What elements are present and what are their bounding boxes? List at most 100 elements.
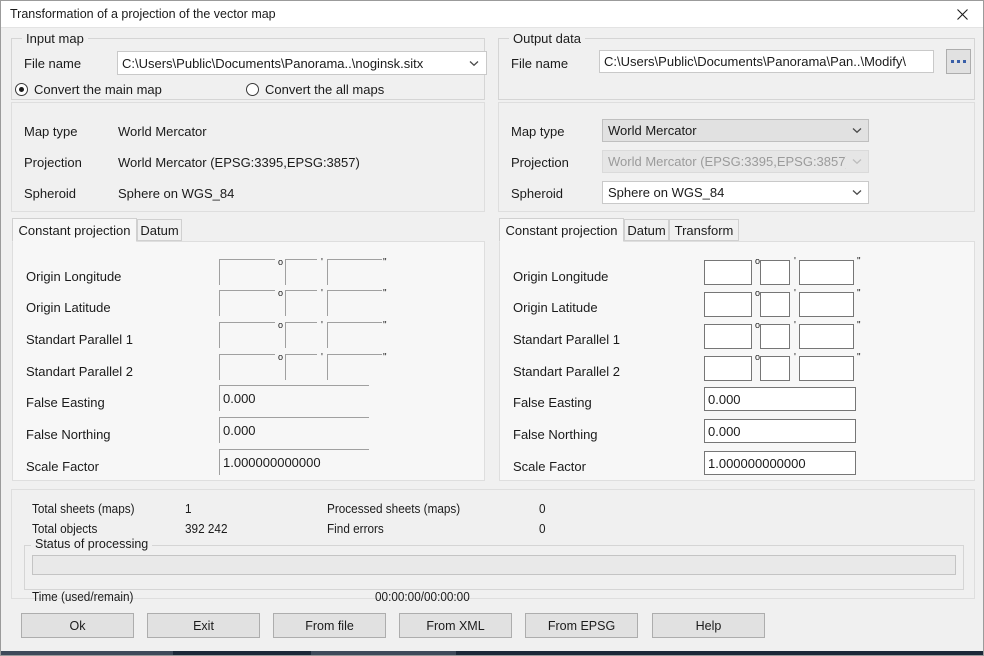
source-map-type-label: Map type <box>24 124 78 139</box>
left-standart-parallel-2-label: Standart Parallel 2 <box>26 364 133 379</box>
source-spheroid-label: Spheroid <box>24 186 77 201</box>
tab-right-datum[interactable]: Datum <box>624 219 669 241</box>
output-file-name-value: C:\Users\Public\Documents\Panorama\Pan..… <box>604 54 907 69</box>
second-unit-symbol: " <box>383 352 387 363</box>
tab-left-constant-projection[interactable]: Constant projection <box>12 218 137 242</box>
left-scale-factor-input[interactable]: 1.000000000000 <box>219 449 369 475</box>
total-objects-label: Total objects <box>32 522 98 536</box>
left-origin-longitude-sec[interactable] <box>327 259 382 285</box>
tab-right-constant-projection-label: Constant projection <box>505 222 618 238</box>
target-map-type-combo[interactable]: World Mercator <box>602 119 869 142</box>
right-origin-longitude-min[interactable] <box>760 260 790 285</box>
output-data-group-title: Output data <box>509 31 585 46</box>
left-standart-parallel-1-label: Standart Parallel 1 <box>26 332 133 347</box>
tab-right-constant-projection[interactable]: Constant projection <box>499 218 624 242</box>
radio-main-label: Convert the main map <box>34 82 162 97</box>
right-scale-factor-input[interactable]: 1.000000000000 <box>704 451 856 475</box>
from-xml-button[interactable]: From XML <box>399 613 512 638</box>
left-scale-factor-label: Scale Factor <box>26 459 99 474</box>
left-origin-latitude-sec[interactable] <box>327 290 382 316</box>
left-false-easting-label: False Easting <box>26 395 105 410</box>
right-standart-parallel-1-min[interactable] <box>760 324 790 349</box>
chevron-down-icon <box>846 158 868 165</box>
left-false-northing-label: False Northing <box>26 427 111 442</box>
right-false-easting-label: False Easting <box>513 395 592 410</box>
right-origin-longitude-deg[interactable] <box>704 260 752 285</box>
right-origin-longitude-label: Origin Longitude <box>513 269 609 284</box>
source-map-type-value: World Mercator <box>118 124 207 139</box>
processed-sheets-value: 0 <box>539 502 546 516</box>
right-standart-parallel-1-label: Standart Parallel 1 <box>513 332 620 347</box>
help-button[interactable]: Help <box>652 613 765 638</box>
left-standart-parallel-2-deg[interactable] <box>219 354 275 380</box>
input-file-name-value: C:\Users\Public\Documents\Panorama..\nog… <box>122 55 424 71</box>
right-standart-parallel-1-sec[interactable] <box>799 324 854 349</box>
output-file-name-field[interactable]: C:\Users\Public\Documents\Panorama\Pan..… <box>599 50 934 73</box>
processed-sheets-label: Processed sheets (maps) <box>327 502 461 516</box>
source-info-panel: Map type World Mercator Projection World… <box>11 102 485 212</box>
right-standart-parallel-2-min[interactable] <box>760 356 790 381</box>
status-of-processing-group: Status of processing <box>24 537 964 590</box>
right-projection-panel: Origin Longitude o ' " Origin Latitude o… <box>499 241 975 481</box>
radio-convert-all-maps[interactable]: Convert the all maps <box>246 82 384 97</box>
right-standart-parallel-2-deg[interactable] <box>704 356 752 381</box>
target-spheroid-combo[interactable]: Sphere on WGS_84 <box>602 181 869 204</box>
ellipsis-icon <box>951 60 966 63</box>
radio-all-indicator <box>246 83 259 96</box>
target-projection-combo: World Mercator (EPSG:3395,EPSG:3857) <box>602 150 869 173</box>
left-origin-latitude-min[interactable] <box>285 290 317 316</box>
left-false-easting-input[interactable]: 0.000 <box>219 385 369 411</box>
chevron-down-icon[interactable] <box>846 127 868 134</box>
right-standart-parallel-2-label: Standart Parallel 2 <box>513 364 620 379</box>
degree-unit-symbol: o <box>278 320 284 330</box>
left-origin-latitude-deg[interactable] <box>219 290 275 316</box>
output-data-group: Output data File name C:\Users\Public\Do… <box>498 31 975 100</box>
tab-left-datum[interactable]: Datum <box>137 219 182 241</box>
degree-unit-symbol: o <box>278 257 284 267</box>
minute-unit-symbol: ' <box>794 352 796 363</box>
input-file-name-field[interactable]: C:\Users\Public\Documents\Panorama..\nog… <box>117 51 487 75</box>
right-origin-latitude-deg[interactable] <box>704 292 752 317</box>
title-bar: Transformation of a projection of the ve… <box>1 1 983 28</box>
radio-convert-main-map[interactable]: Convert the main map <box>15 82 162 97</box>
second-unit-symbol: " <box>857 288 861 299</box>
input-map-group-title: Input map <box>22 31 88 46</box>
tab-right-transform[interactable]: Transform <box>669 219 739 241</box>
chevron-down-icon[interactable] <box>846 189 868 196</box>
from-file-button[interactable]: From file <box>273 613 386 638</box>
left-standart-parallel-1-sec[interactable] <box>327 322 382 348</box>
close-button[interactable] <box>940 1 983 27</box>
output-file-name-label: File name <box>511 56 569 71</box>
left-false-northing-input[interactable]: 0.000 <box>219 417 369 443</box>
tab-right-datum-label: Datum <box>627 222 666 238</box>
left-standart-parallel-1-min[interactable] <box>285 322 317 348</box>
right-origin-latitude-sec[interactable] <box>799 292 854 317</box>
target-projection-value: World Mercator (EPSG:3395,EPSG:3857) <box>608 154 846 169</box>
ok-button[interactable]: Ok <box>21 613 134 638</box>
from-xml-button-label: From XML <box>426 618 485 633</box>
second-unit-symbol: " <box>857 320 861 331</box>
left-standart-parallel-2-min[interactable] <box>285 354 317 380</box>
right-origin-latitude-min[interactable] <box>760 292 790 317</box>
chevron-down-icon[interactable] <box>462 60 486 67</box>
left-origin-longitude-min[interactable] <box>285 259 317 285</box>
right-false-easting-input[interactable]: 0.000 <box>704 387 856 411</box>
total-objects-value: 392 242 <box>185 522 228 536</box>
right-false-northing-label: False Northing <box>513 427 598 442</box>
browse-output-button[interactable] <box>946 49 971 74</box>
left-origin-longitude-label: Origin Longitude <box>26 269 122 284</box>
left-origin-longitude-deg[interactable] <box>219 259 275 285</box>
help-button-label: Help <box>695 618 722 633</box>
left-origin-latitude-label: Origin Latitude <box>26 300 111 315</box>
right-standart-parallel-2-sec[interactable] <box>799 356 854 381</box>
second-unit-symbol: " <box>383 288 387 299</box>
right-origin-longitude-sec[interactable] <box>799 260 854 285</box>
exit-button-label: Exit <box>193 618 214 633</box>
window-title: Transformation of a projection of the ve… <box>10 7 276 21</box>
from-epsg-button[interactable]: From EPSG <box>525 613 638 638</box>
left-standart-parallel-1-deg[interactable] <box>219 322 275 348</box>
right-standart-parallel-1-deg[interactable] <box>704 324 752 349</box>
right-false-northing-input[interactable]: 0.000 <box>704 419 856 443</box>
left-standart-parallel-2-sec[interactable] <box>327 354 382 380</box>
exit-button[interactable]: Exit <box>147 613 260 638</box>
